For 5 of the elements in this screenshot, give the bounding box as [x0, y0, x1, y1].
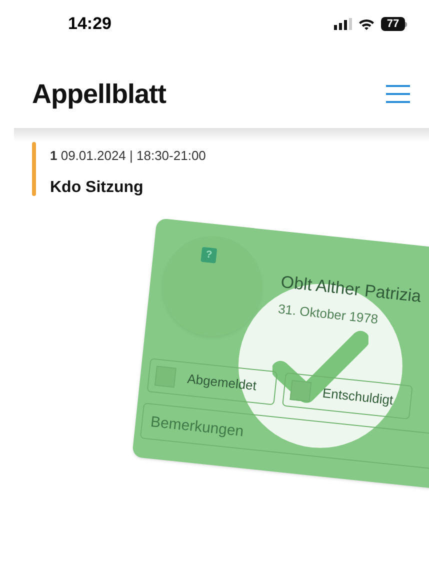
- page-title: Appellblatt: [32, 78, 166, 111]
- event-date: 1 09.01.2024 | 18:30-21:00: [50, 147, 206, 165]
- battery-level: 77: [381, 17, 405, 31]
- status-time: 14:29: [68, 13, 112, 36]
- option-label: Abgemeldet: [186, 370, 258, 396]
